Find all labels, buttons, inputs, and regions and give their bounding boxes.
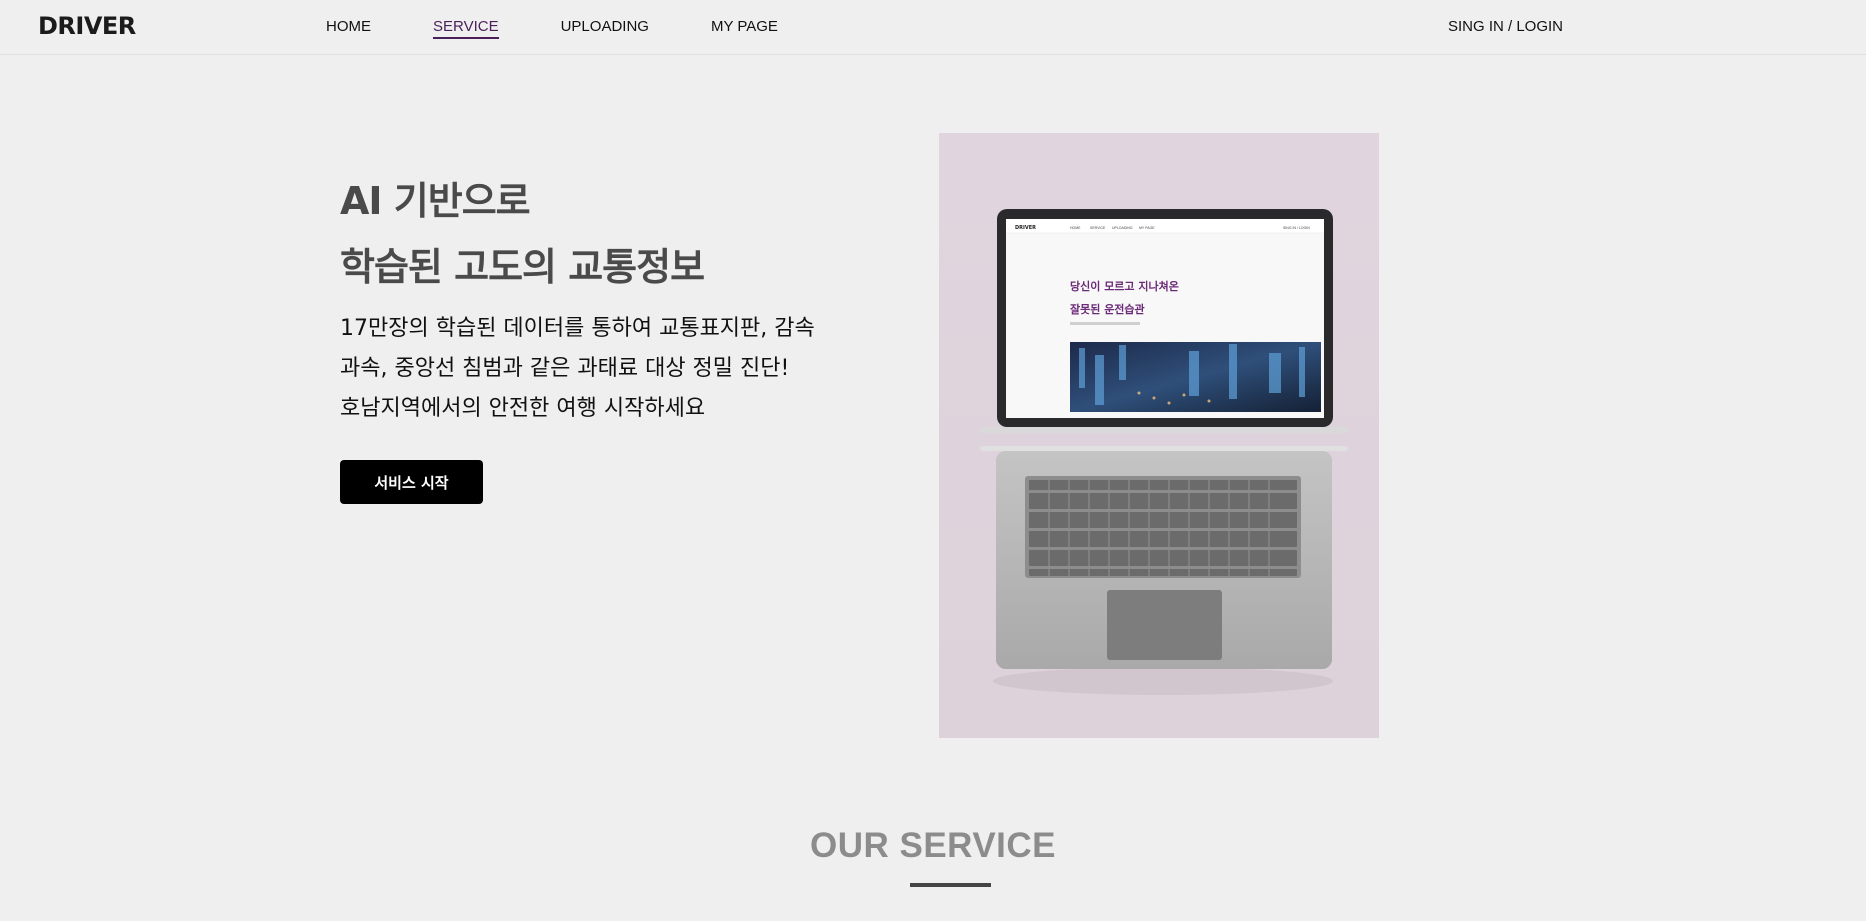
laptop-image: DRIVER HOME SERVICE UPLOADING MY PAGE SI… bbox=[939, 133, 1379, 738]
laptop-illustration: DRIVER HOME SERVICE UPLOADING MY PAGE SI… bbox=[980, 209, 1348, 695]
screen-nav-uploading: UPLOADING bbox=[1112, 226, 1133, 230]
hero-description: 17만장의 학습된 데이터를 통하여 교통표지판, 감속 과속, 중앙선 침범과… bbox=[340, 309, 880, 429]
nav-service[interactable]: SERVICE bbox=[433, 18, 499, 39]
hero-desc-line-2: 과속, 중앙선 침범과 같은 과태료 대상 정밀 진단! bbox=[340, 356, 790, 381]
logo[interactable]: DRIVER bbox=[38, 12, 136, 40]
hero-title-line-2: 학습된 고도의 교통정보 bbox=[340, 245, 705, 289]
hero-title-line-1: AI 기반으로 bbox=[340, 179, 531, 223]
hero-desc-line-3: 호남지역에서의 안전한 여행 시작하세요 bbox=[340, 396, 706, 421]
screen-nav-mypage: MY PAGE bbox=[1139, 226, 1155, 230]
screen-logo: DRIVER bbox=[1015, 225, 1036, 231]
nav-uploading[interactable]: UPLOADING bbox=[561, 18, 649, 39]
section-title-underline bbox=[910, 883, 991, 887]
signin-link[interactable]: SING IN / LOGIN bbox=[1448, 18, 1563, 35]
start-service-button[interactable]: 서비스 시작 bbox=[340, 460, 483, 504]
hero-title: AI 기반으로 학습된 고도의 교통정보 bbox=[340, 168, 705, 300]
section-title-our-service: OUR SERVICE bbox=[809, 826, 1057, 865]
screen-nav-service: SERVICE bbox=[1090, 226, 1106, 230]
screen-signin: SING IN / LOGIN bbox=[1283, 226, 1310, 230]
screen-nav-home: HOME bbox=[1070, 226, 1081, 230]
screen-headline-1: 당신이 모르고 지나쳐온 bbox=[1070, 279, 1179, 293]
main-menu: HOME SERVICE UPLOADING MY PAGE bbox=[326, 18, 840, 39]
screen-headline-2: 잘못된 운전습관 bbox=[1070, 302, 1145, 316]
nav-my-page[interactable]: MY PAGE bbox=[711, 18, 778, 39]
top-navbar: DRIVER HOME SERVICE UPLOADING MY PAGE SI… bbox=[0, 0, 1866, 55]
hero-desc-line-1: 17만장의 학습된 데이터를 통하여 교통표지판, 감속 bbox=[340, 316, 815, 341]
nav-home[interactable]: HOME bbox=[326, 18, 371, 39]
